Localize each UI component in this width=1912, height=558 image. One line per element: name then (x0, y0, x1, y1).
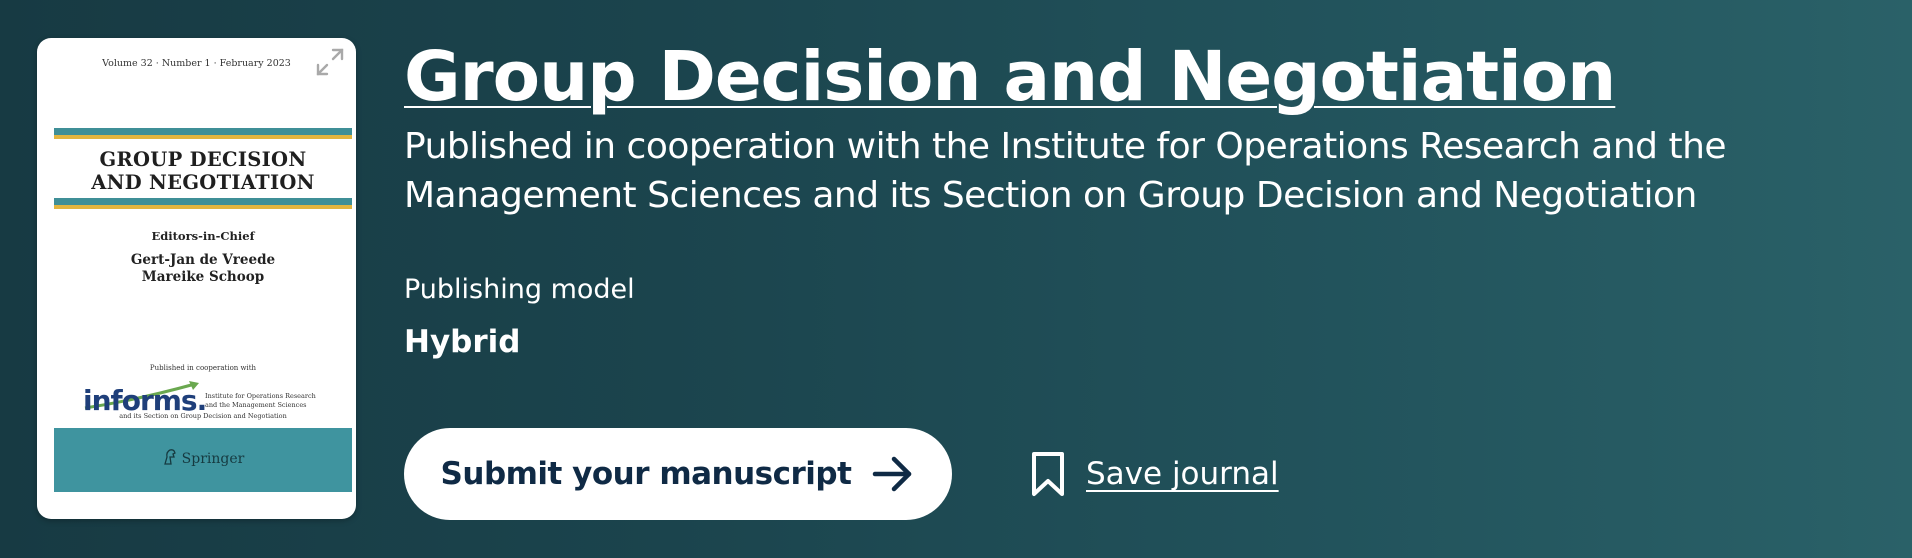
cover-editor: Mareike Schoop (141, 269, 265, 285)
journal-title-link[interactable]: Group Decision and Negotiation (404, 36, 1616, 118)
journal-subtitle: Published in cooperation with the Instit… (404, 126, 1727, 216)
cover-stripe-bottom-gold (54, 205, 352, 209)
journal-cover[interactable]: Volume 32 · Number 1 · February 2023 GRO… (37, 38, 356, 519)
cover-stripe-top-gold (54, 135, 352, 139)
cover-stripe-bottom-teal (54, 198, 352, 205)
cover-editors: Gert-Jan de Vreede Mareike Schoop (54, 252, 352, 286)
arrow-right-icon (873, 456, 912, 492)
cover-section-line: and its Section on Group Decision and Ne… (119, 412, 287, 420)
cover-publisher-band: Springer (54, 428, 352, 492)
cover-title: GROUP DECISION AND NEGOTIATION (54, 148, 352, 194)
springer-logo-text: Springer (181, 451, 245, 467)
save-journal-label: Save journal (1086, 456, 1279, 492)
springer-horse-icon (163, 449, 176, 465)
save-journal-button[interactable]: Save journal (1030, 448, 1279, 500)
publishing-model-label: Publishing model (404, 274, 635, 305)
cover-stripe-top-teal (54, 128, 352, 135)
cover-title-line2: AND NEGOTIATION (91, 171, 315, 194)
cover-title-line1: GROUP DECISION (99, 148, 307, 171)
submit-manuscript-label: Submit your manuscript (440, 456, 852, 492)
springer-logo: Springer (54, 448, 352, 467)
informs-description-line: Institute for Operations Research (205, 392, 316, 400)
cover-editor: Gert-Jan de Vreede (130, 252, 276, 268)
informs-description: Institute for Operations Research and th… (205, 392, 345, 410)
cover-editors-label: Editors-in-Chief (151, 229, 255, 243)
bookmark-icon (1032, 452, 1064, 496)
publishing-model-value: Hybrid (404, 324, 521, 360)
submit-manuscript-button[interactable]: Submit your manuscript (404, 428, 952, 520)
cover-published-with: Published in cooperation with (149, 364, 257, 372)
cover-volume-line: Volume 32 · Number 1 · February 2023 (102, 58, 291, 69)
informs-description-line: and the Management Sciences (205, 401, 307, 409)
